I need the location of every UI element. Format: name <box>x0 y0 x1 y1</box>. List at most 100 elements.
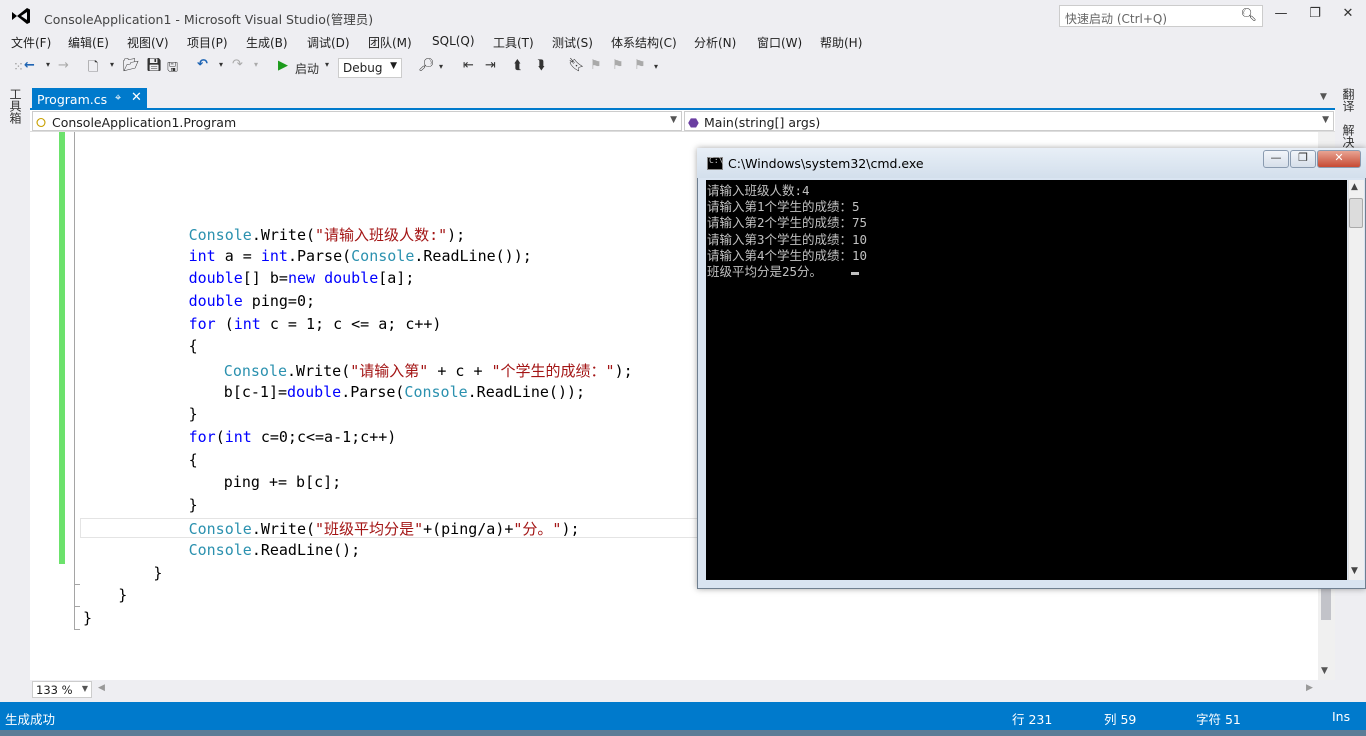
scroll-up-icon[interactable]: ▲ <box>1351 182 1358 192</box>
code-token: ping=0; <box>242 291 316 310</box>
menu-edit[interactable]: 编辑(E) <box>68 34 109 51</box>
tab-program-cs[interactable]: Program.cs ⌖ ✕ <box>32 88 147 110</box>
open-file-icon[interactable]: 📂︎ <box>123 58 140 73</box>
status-character: 字符 51 <box>1196 712 1241 727</box>
menu-project[interactable]: 项目(P) <box>187 34 228 51</box>
minimize-button[interactable]: — <box>1270 6 1292 24</box>
new-project-icon[interactable]: 🗋︎ <box>88 58 98 80</box>
start-debugging-label[interactable]: 启动 <box>295 60 319 77</box>
previous-bookmark-icon[interactable]: ⚑ <box>590 58 602 73</box>
zoom-select[interactable]: 133 % ▼ <box>32 681 92 698</box>
start-debugging-icon[interactable]: ▶ <box>278 58 288 73</box>
type-navigation-select[interactable]: ⭘ ConsoleApplication1.Program ▼ <box>32 111 682 131</box>
code-token: ); <box>614 361 633 380</box>
code-token: } <box>83 609 93 628</box>
console-title: C:\Windows\system32\cmd.exe <box>728 156 924 171</box>
zoom-value: 133 % <box>36 683 73 697</box>
code-line: ping += b[c]; <box>224 473 341 491</box>
class-icon: ⭘ <box>36 115 47 130</box>
right-tab-solution[interactable]: 解决 <box>1341 124 1357 148</box>
menu-help[interactable]: 帮助(H) <box>820 34 862 51</box>
bookmark-icon[interactable]: 🔖︎ <box>568 58 585 73</box>
code-token: [] b= <box>242 269 288 288</box>
menu-window[interactable]: 窗口(W) <box>757 34 802 51</box>
clear-bookmarks-icon[interactable]: ⚑ <box>634 58 646 73</box>
scroll-down-icon[interactable]: ▼ <box>1321 666 1328 676</box>
code-line: } <box>83 609 92 627</box>
outline-end-marker <box>74 629 80 630</box>
find-dropdown-icon[interactable]: ▾ <box>439 62 443 71</box>
save-all-icon[interactable]: 🖫︎ <box>167 58 178 80</box>
code-token: +(ping/a)+ <box>423 520 514 539</box>
scroll-right-icon[interactable]: ▶ <box>1306 683 1313 693</box>
console-close-button[interactable]: ✕ <box>1317 150 1361 168</box>
quick-launch-input[interactable]: 快速启动 (Ctrl+Q) 🔍︎ <box>1059 5 1263 27</box>
console-icon-text: C:\ <box>709 156 724 165</box>
outdent-icon[interactable]: ⇤ <box>463 58 474 73</box>
console-minimize-button[interactable]: — <box>1263 150 1289 168</box>
editor-bottom-bar <box>30 680 1335 700</box>
console-maximize-button[interactable]: ❐ <box>1290 150 1316 168</box>
code-token: } <box>118 586 128 605</box>
code-token: + c + <box>428 361 492 380</box>
toolbox-tab[interactable]: 工具箱 <box>8 88 24 124</box>
menu-architecture[interactable]: 体系结构(C) <box>611 34 677 51</box>
comment-out-icon[interactable]: ⮬ <box>514 58 522 73</box>
console-scroll-thumb[interactable] <box>1349 198 1363 228</box>
menu-build[interactable]: 生成(B) <box>246 34 288 51</box>
scroll-left-icon[interactable]: ◀ <box>98 683 105 693</box>
code-token: "请输入第" <box>350 361 429 380</box>
code-token: int <box>188 246 216 265</box>
toolbar-options-icon[interactable]: ▾ <box>654 62 658 71</box>
status-message: 生成成功 <box>5 712 56 727</box>
menu-analyze[interactable]: 分析(N) <box>694 34 736 51</box>
tab-dropdown-icon[interactable]: ▼ <box>1320 92 1327 102</box>
next-bookmark-icon[interactable]: ⚑ <box>612 58 624 73</box>
pin-icon[interactable]: ⌖ <box>115 91 121 105</box>
menu-tools[interactable]: 工具(T) <box>493 34 534 51</box>
code-token: Console <box>188 226 252 244</box>
right-tab-translate[interactable]: 翻译 <box>1341 88 1357 112</box>
undo-icon[interactable]: ↶ <box>197 57 208 72</box>
undo-dropdown-icon[interactable]: ▾ <box>219 60 223 69</box>
editor-scroll-thumb[interactable] <box>1321 584 1331 620</box>
back-dropdown-icon[interactable]: ▾ <box>46 60 50 69</box>
close-button[interactable]: ✕ <box>1337 6 1359 24</box>
navigate-back-icon[interactable]: ← <box>24 58 35 73</box>
scroll-down-icon[interactable]: ▼ <box>1351 566 1358 576</box>
chevron-down-icon: ▼ <box>1322 115 1329 125</box>
document-tab-well <box>30 87 1335 110</box>
code-token: "请输入班级人数:" <box>315 226 448 244</box>
new-project-dropdown-icon[interactable]: ▾ <box>110 60 114 69</box>
redo-dropdown-icon[interactable]: ▾ <box>254 60 258 69</box>
menu-test[interactable]: 测试(S) <box>552 34 593 51</box>
menu-debug[interactable]: 调试(D) <box>307 34 350 51</box>
navigate-forward-icon[interactable]: → <box>58 58 69 73</box>
menu-view[interactable]: 视图(V) <box>127 34 169 51</box>
maximize-button[interactable]: ❐ <box>1304 6 1326 24</box>
code-token: int <box>224 427 252 446</box>
close-icon[interactable]: ✕ <box>131 90 142 105</box>
menu-team[interactable]: 团队(M) <box>368 34 412 51</box>
member-navigation-select[interactable]: ⬣ Main(string[] args) ▼ <box>684 111 1334 131</box>
search-icon: 🔍︎ <box>1240 8 1257 23</box>
redo-icon[interactable]: ↷ <box>232 57 243 72</box>
code-token: ( <box>215 427 225 446</box>
code-token: .Parse( <box>341 382 405 401</box>
menu-file[interactable]: 文件(F) <box>11 34 51 51</box>
menu-sql[interactable]: SQL(Q) <box>432 34 475 48</box>
code-token: Console <box>188 541 252 560</box>
outline-end-marker <box>74 584 80 585</box>
code-token: double <box>188 291 243 310</box>
start-dropdown-icon[interactable]: ▾ <box>325 60 329 69</box>
code-token: { <box>188 450 198 469</box>
console-vertical-scrollbar[interactable] <box>1348 180 1364 580</box>
solution-configuration-select[interactable]: Debug ▼ <box>338 58 402 78</box>
uncomment-icon[interactable]: ⮯ <box>537 58 545 73</box>
change-tracking-margin <box>59 132 65 564</box>
code-token: ( <box>306 226 316 244</box>
save-icon[interactable]: 💾︎ <box>146 58 163 73</box>
indent-icon[interactable]: ⇥ <box>485 58 496 73</box>
code-token: "分。" <box>513 520 562 539</box>
find-in-files-icon[interactable]: 🔎︎ <box>418 58 435 73</box>
